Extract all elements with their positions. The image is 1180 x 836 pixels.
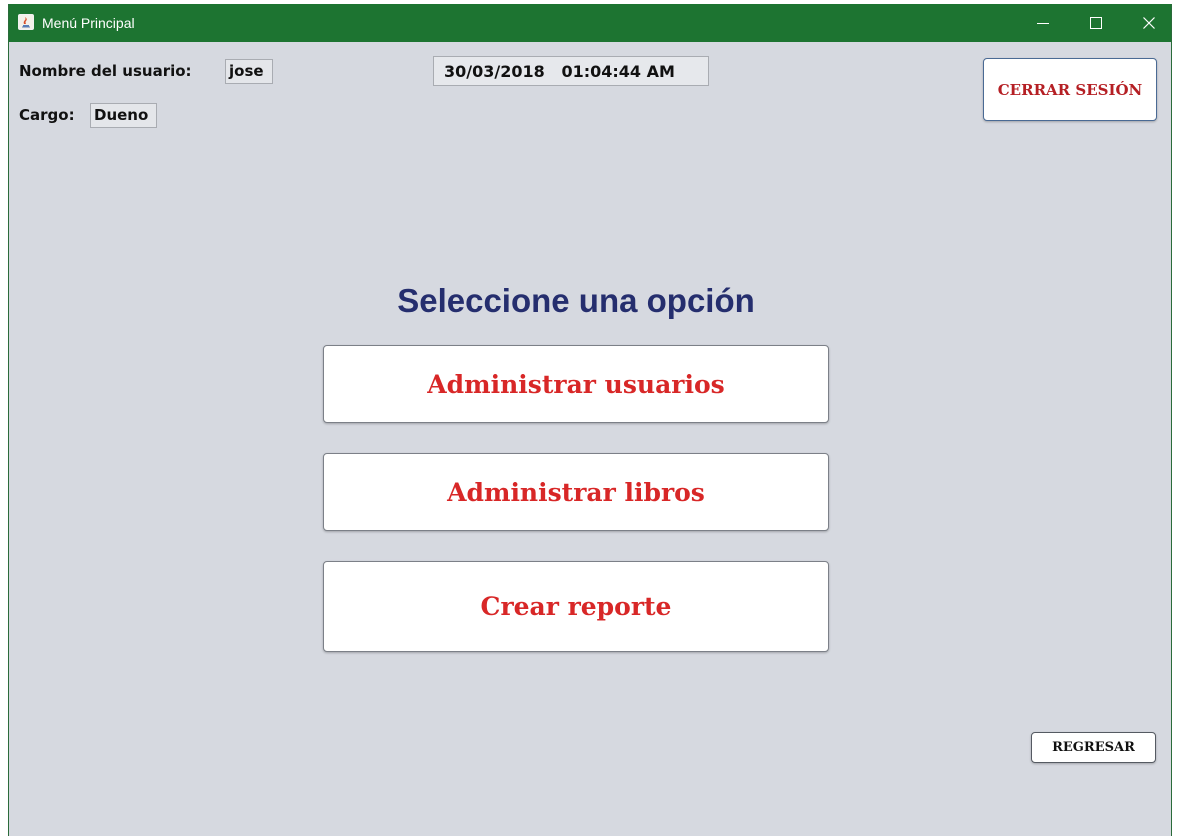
- create-report-button[interactable]: Crear reporte: [323, 561, 829, 652]
- title-bar[interactable]: Menú Principal: [9, 4, 1171, 42]
- maximize-button[interactable]: [1073, 4, 1119, 42]
- back-button[interactable]: REGRESAR: [1031, 732, 1156, 763]
- close-button[interactable]: [1126, 4, 1172, 42]
- user-name-label: Nombre del usuario:: [19, 62, 192, 80]
- maximize-icon: [1090, 17, 1102, 29]
- java-app-icon: [18, 14, 34, 30]
- manage-users-button[interactable]: Administrar usuarios: [323, 345, 829, 423]
- time-value: 01:04:44 AM: [561, 62, 675, 81]
- date-value: 30/03/2018: [444, 62, 545, 81]
- role-value: Dueno: [90, 103, 157, 128]
- manage-books-button[interactable]: Administrar libros: [323, 453, 829, 531]
- minimize-icon: [1037, 23, 1049, 24]
- role-label: Cargo:: [19, 106, 75, 124]
- page-heading: Seleccione una opción: [397, 282, 755, 319]
- close-icon: [1143, 17, 1155, 29]
- datetime-display: 30/03/2018 01:04:44 AM: [433, 56, 709, 86]
- user-name-value: jose: [225, 59, 273, 84]
- logout-button[interactable]: CERRAR SESIÓN: [983, 58, 1157, 121]
- window-title: Menú Principal: [42, 15, 135, 31]
- main-menu-window: Menú Principal Nombre del usuario: jose …: [8, 4, 1172, 836]
- minimize-button[interactable]: [1020, 4, 1066, 42]
